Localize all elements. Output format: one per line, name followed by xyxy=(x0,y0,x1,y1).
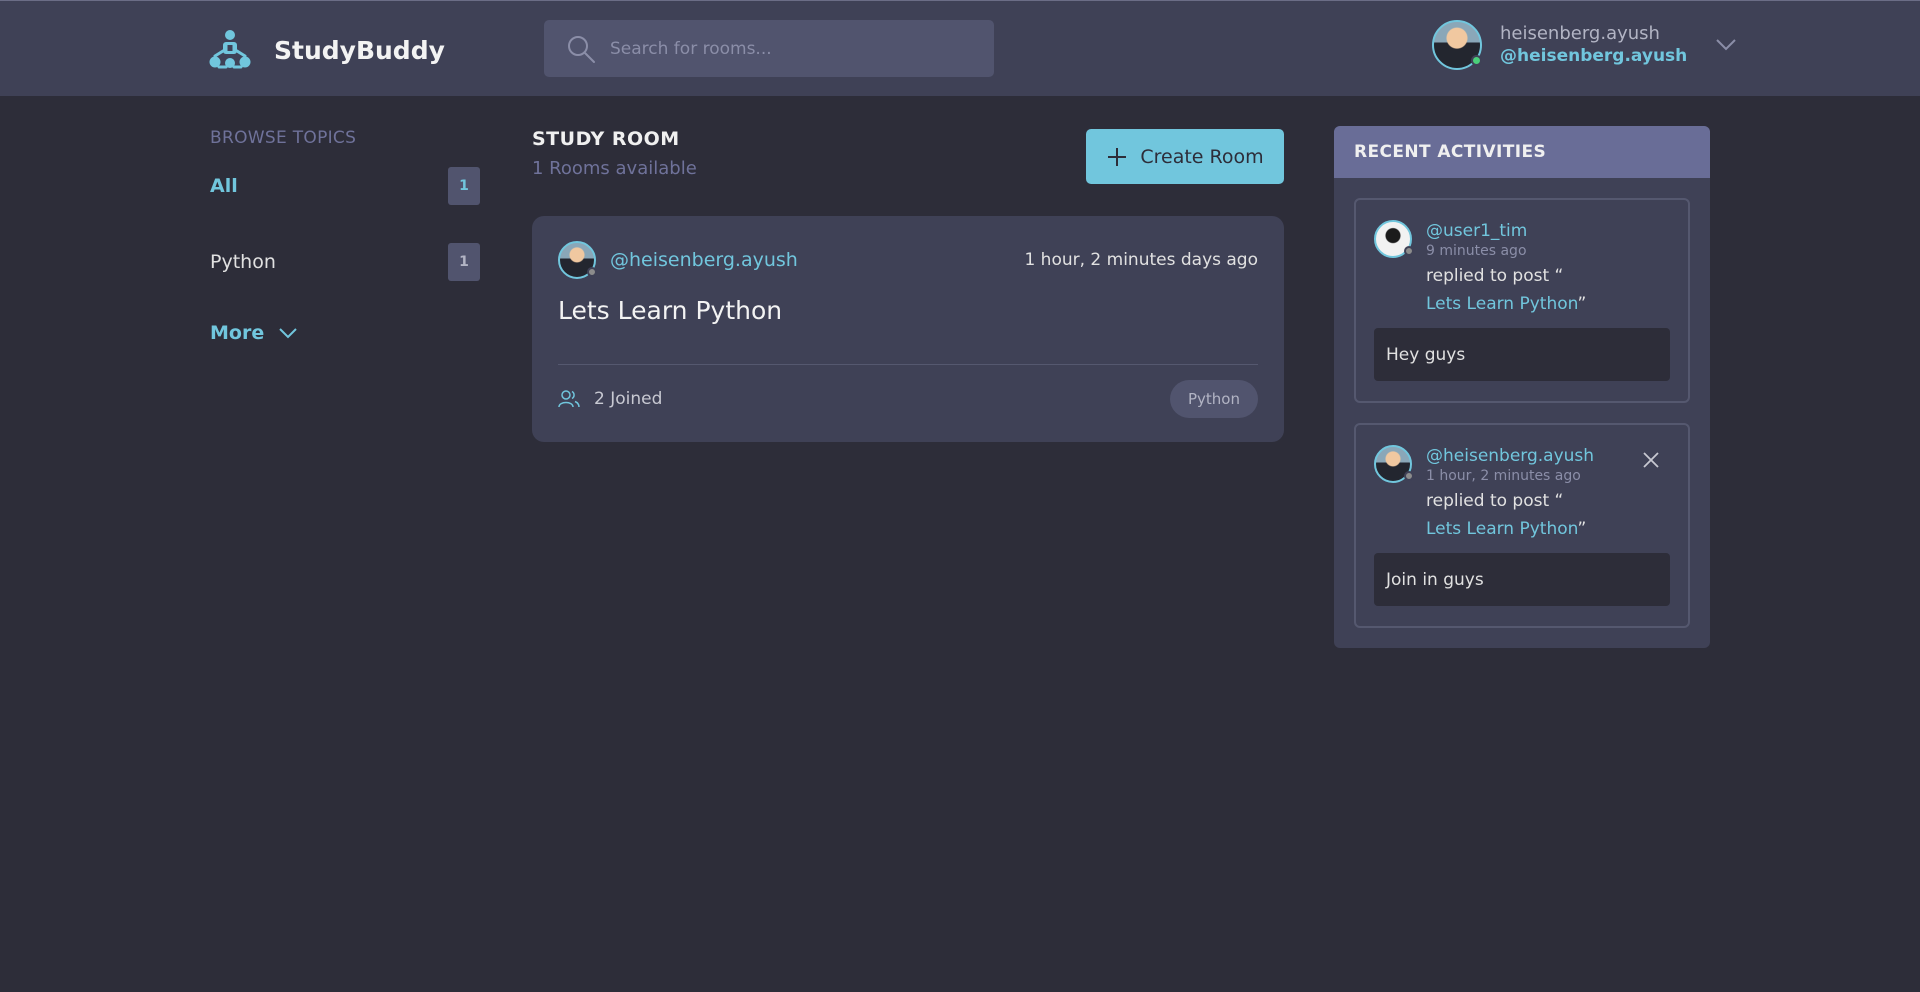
joined-label: 2 Joined xyxy=(594,389,663,409)
browse-topics-heading: BROWSE TOPICS xyxy=(210,128,357,148)
top-header: StudyBuddy heisenberg.ayush @heisenberg.… xyxy=(0,0,1920,96)
avatar xyxy=(558,241,597,279)
topic-item-python[interactable]: Python 1 xyxy=(210,242,480,282)
activity-text: @heisenberg.ayush 1 hour, 2 minutes ago … xyxy=(1426,445,1594,543)
activity-header: @heisenberg.ayush 1 hour, 2 minutes ago … xyxy=(1374,445,1594,543)
activity-message: Join in guys xyxy=(1374,553,1670,606)
activity-time: 1 hour, 2 minutes ago xyxy=(1426,468,1581,484)
activity-user-link[interactable]: @user1_tim xyxy=(1426,220,1586,242)
activity-header: @user1_tim 9 minutes ago replied to post… xyxy=(1374,220,1586,318)
offline-status-dot xyxy=(1404,246,1414,256)
activity-post-link[interactable]: Lets Learn Python xyxy=(1426,519,1577,539)
topic-count-badge: 1 xyxy=(448,167,480,205)
user-menu[interactable]: heisenberg.ayush @heisenberg.ayush xyxy=(1432,20,1737,70)
user-names: heisenberg.ayush @heisenberg.ayush xyxy=(1500,23,1687,67)
room-card[interactable]: @heisenberg.ayush 1 hour, 2 minutes days… xyxy=(532,216,1284,442)
activity-post: Lets Learn Python” xyxy=(1426,515,1594,543)
user-name: heisenberg.ayush xyxy=(1500,23,1660,44)
search-input[interactable] xyxy=(610,38,970,59)
room-topic-tag[interactable]: Python xyxy=(1170,380,1258,418)
more-topics-link[interactable]: More xyxy=(210,322,480,344)
chevron-down-icon[interactable] xyxy=(1715,38,1737,52)
logo-icon xyxy=(209,30,251,69)
avatar xyxy=(1432,20,1482,70)
activity-action: replied to post “ xyxy=(1426,491,1564,511)
topic-item-all[interactable]: All 1 xyxy=(210,166,480,206)
activity-time: 9 minutes ago xyxy=(1426,243,1527,259)
topic-label: Python xyxy=(210,251,276,273)
avatar[interactable] xyxy=(1374,445,1414,483)
divider xyxy=(558,364,1258,365)
close-quote: ” xyxy=(1577,294,1587,314)
room-header: @heisenberg.ayush 1 hour, 2 minutes days… xyxy=(558,241,1258,279)
online-status-dot xyxy=(1471,55,1482,66)
room-timestamp: 1 hour, 2 minutes days ago xyxy=(1024,250,1258,270)
plus-icon xyxy=(1108,147,1127,166)
recent-activities-panel: RECENT ACTIVITIES @user1_tim 9 minutes a… xyxy=(1334,126,1710,648)
study-room-section: STUDY ROOM 1 Rooms available Create Room… xyxy=(532,128,1284,442)
topic-label: All xyxy=(210,175,238,197)
activity-item: @heisenberg.ayush 1 hour, 2 minutes ago … xyxy=(1354,423,1690,628)
avatar[interactable] xyxy=(1374,220,1414,258)
joined-count: 2 Joined xyxy=(558,389,662,409)
search-icon xyxy=(568,35,595,63)
activity-message: Hey guys xyxy=(1374,328,1670,381)
brand-logo[interactable]: StudyBuddy xyxy=(208,29,445,71)
users-icon xyxy=(558,390,580,408)
close-icon[interactable] xyxy=(1642,451,1660,469)
chevron-down-icon xyxy=(279,328,297,339)
topic-count-badge: 1 xyxy=(448,243,480,281)
user-handle: @heisenberg.ayush xyxy=(1500,46,1688,66)
activity-post: Lets Learn Python” xyxy=(1426,290,1586,318)
host-name-link[interactable]: @heisenberg.ayush xyxy=(610,249,798,271)
activity-user-link[interactable]: @heisenberg.ayush xyxy=(1426,445,1594,467)
topics-sidebar: BROWSE TOPICS All 1 Python 1 More xyxy=(210,128,480,344)
brand-name: StudyBuddy xyxy=(274,35,445,65)
room-title-link[interactable]: Lets Learn Python xyxy=(558,296,782,325)
activity-action: replied to post “ xyxy=(1426,266,1564,286)
activity-item: @user1_tim 9 minutes ago replied to post… xyxy=(1354,198,1690,403)
close-quote: ” xyxy=(1577,519,1587,539)
offline-status-dot xyxy=(1404,471,1414,481)
offline-status-dot xyxy=(587,267,597,277)
create-room-label: Create Room xyxy=(1140,145,1264,168)
activity-post-link[interactable]: Lets Learn Python xyxy=(1426,294,1577,314)
room-host[interactable]: @heisenberg.ayush xyxy=(558,241,798,279)
room-footer: 2 Joined Python xyxy=(558,380,1258,418)
recent-activities-heading: RECENT ACTIVITIES xyxy=(1334,126,1710,178)
activity-text: @user1_tim 9 minutes ago replied to post… xyxy=(1426,220,1586,318)
more-label: More xyxy=(210,322,265,344)
search-bar xyxy=(544,20,994,77)
create-room-button[interactable]: Create Room xyxy=(1086,129,1284,184)
